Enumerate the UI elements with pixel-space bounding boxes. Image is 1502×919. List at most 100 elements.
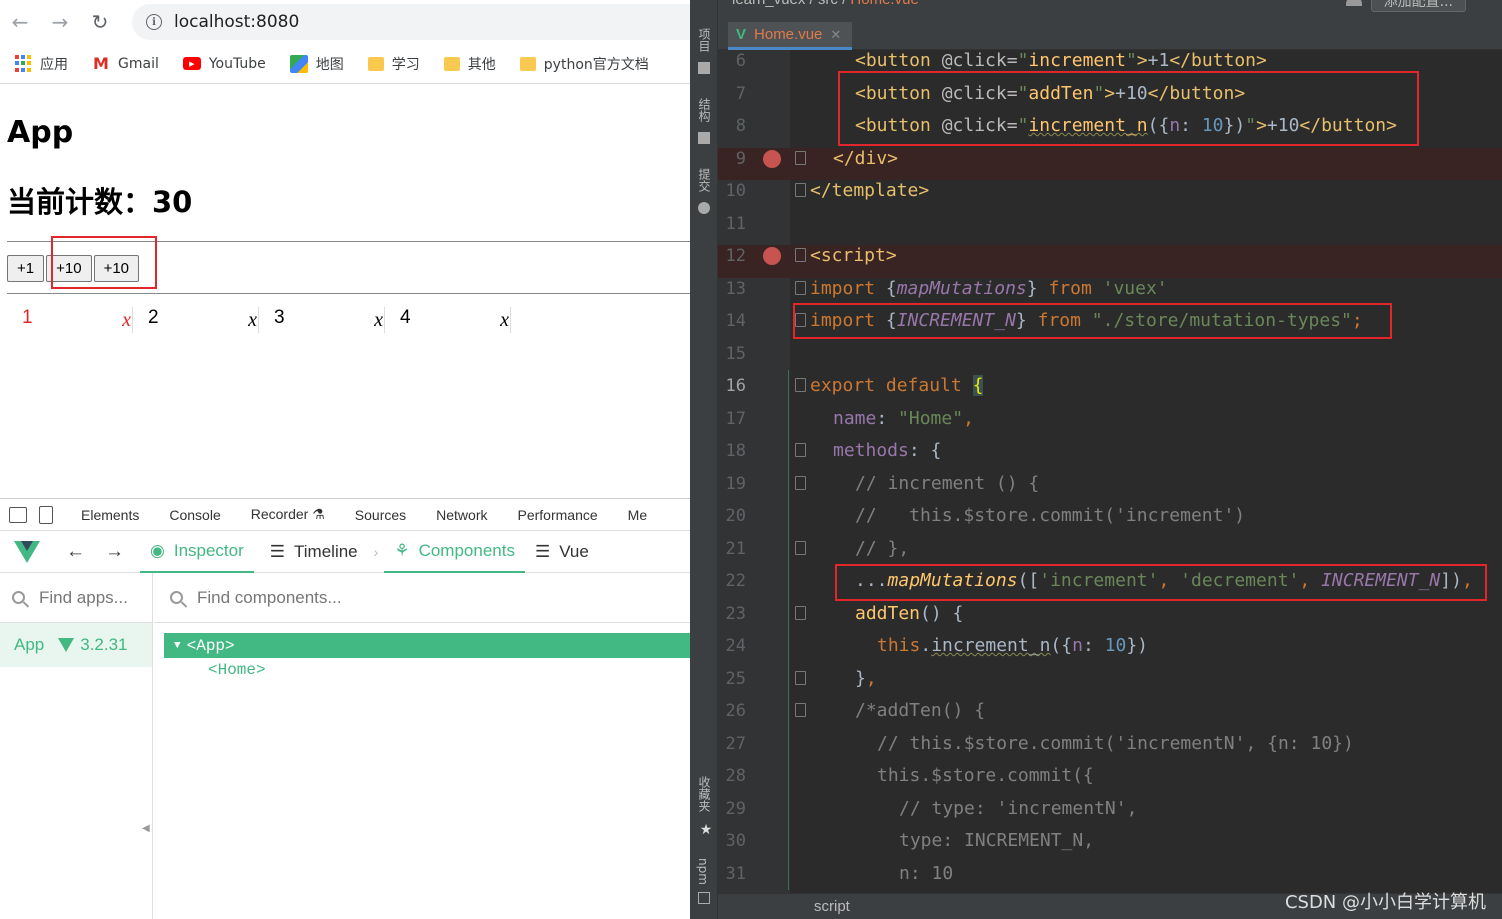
device-toggle-icon[interactable]	[39, 505, 53, 524]
bookmark-apps[interactable]: 应用	[14, 54, 68, 74]
folder-icon	[367, 56, 384, 71]
tab-performance[interactable]: Performance	[518, 507, 598, 523]
watermark: CSDN @小小白学计算机	[1284, 892, 1486, 913]
fold-icon[interactable]	[795, 703, 806, 717]
bookmark-other[interactable]: 其他	[443, 54, 496, 74]
line-number: 16	[725, 376, 746, 396]
fold-icon[interactable]	[795, 248, 806, 262]
reload-button[interactable]: ↻	[80, 0, 120, 44]
line-number: 19	[725, 473, 746, 494]
tab-network[interactable]: Network	[436, 507, 487, 523]
forward-arrow-icon[interactable]: →	[105, 541, 124, 563]
line-number: 7	[735, 83, 746, 104]
side-tab-npm[interactable]: npm	[696, 858, 710, 885]
highlight-box	[835, 564, 1487, 601]
remove-mark[interactable]: x	[122, 309, 131, 332]
tab-elements[interactable]: Elements	[81, 507, 139, 523]
bookmark-label: 地图	[315, 56, 344, 73]
tab-components[interactable]: ⚘ Components	[384, 531, 525, 573]
tab-label: Timeline	[294, 541, 358, 561]
browser-window: ← → ↻ i localhost:8080 应用 M Gmail ▶ YouT…	[0, 0, 690, 919]
bookmark-python-docs[interactable]: python官方文档	[519, 54, 649, 74]
app-name: App	[14, 635, 45, 654]
url-text: localhost:8080	[174, 12, 300, 32]
list-item: 2 x	[133, 307, 259, 333]
breadcrumb-item[interactable]: learn_vuex	[732, 0, 805, 8]
fold-icon[interactable]	[795, 150, 806, 165]
tab-timeline[interactable]: ☰ Timeline	[260, 531, 368, 573]
fold-icon[interactable]	[795, 378, 806, 392]
remove-mark[interactable]: x	[500, 309, 509, 332]
app-list-item[interactable]: App 3.2.31	[0, 623, 152, 667]
code-line: 10 </template>	[718, 180, 1502, 213]
tab-console[interactable]: Console	[169, 507, 220, 523]
bookmark-label: 其他	[467, 56, 496, 73]
tab-memory[interactable]: Me	[628, 507, 647, 523]
back-button[interactable]: ←	[0, 0, 40, 44]
bookmark-gmail[interactable]: M Gmail	[92, 54, 159, 73]
vue-devtools-toolbar: ← → ◉ Inspector ☰ Timeline › ⚘ Component…	[0, 531, 690, 573]
fold-icon[interactable]	[795, 605, 806, 620]
user-icon[interactable]	[1346, 0, 1362, 6]
close-icon[interactable]: ✕	[830, 27, 841, 43]
tab-recorder[interactable]: Recorder ⚗	[251, 506, 325, 523]
tab-inspector[interactable]: ◉ Inspector	[140, 531, 254, 573]
increment-button[interactable]: +1	[7, 255, 45, 282]
code-editor[interactable]: 6 <button @click="increment">+1</button> …	[718, 50, 1502, 893]
caret-down-icon[interactable]: ▼	[174, 640, 181, 652]
find-components-input[interactable]: Find components...	[154, 573, 690, 623]
code-line-breakpoint: 9 </div>	[718, 147, 1502, 180]
side-tab-favorites[interactable]: 收藏夹	[696, 776, 713, 812]
remove-mark[interactable]: x	[374, 309, 383, 332]
status-text: script	[814, 898, 850, 915]
breakpoint-icon[interactable]	[763, 149, 781, 168]
fold-icon[interactable]	[795, 443, 806, 457]
url-input[interactable]: i localhost:8080	[132, 4, 690, 40]
bookmark-label: YouTube	[208, 55, 266, 72]
line-number: 28	[725, 766, 746, 786]
line-number: 27	[725, 733, 746, 754]
code-line: 29// type: 'incrementN',	[718, 798, 1502, 831]
bookmark-label: python官方文档	[543, 56, 649, 73]
side-tab-project[interactable]: 项目	[696, 28, 713, 52]
add-configuration-button[interactable]: 添加配置...	[1370, 0, 1466, 12]
find-apps-input[interactable]: Find apps...	[0, 573, 152, 623]
gmail-icon: M	[93, 54, 109, 73]
divider	[510, 307, 511, 333]
apps-pane: Find apps... App 3.2.31	[0, 573, 153, 919]
tab-home-vue[interactable]: V Home.vue ✕	[728, 22, 852, 50]
vue-version: 3.2.31	[58, 635, 128, 655]
tree-node-home[interactable]: <Home>	[208, 661, 266, 679]
fold-icon[interactable]	[795, 540, 806, 555]
fold-icon[interactable]	[795, 475, 806, 490]
forward-button[interactable]: →	[40, 0, 80, 44]
line-number: 21	[725, 538, 746, 559]
chevron-right-icon: ›	[373, 543, 379, 560]
fold-icon[interactable]	[795, 280, 806, 295]
tab-vuex[interactable]: ☰ Vue	[525, 531, 599, 573]
inspect-element-icon[interactable]	[9, 506, 27, 523]
side-tab-structure[interactable]: 结构	[696, 98, 713, 122]
npm-icon	[698, 892, 710, 904]
breakpoint-icon[interactable]	[763, 247, 781, 265]
collapse-pane-icon[interactable]: ◀	[142, 823, 150, 834]
ide-window: 项目 结构 提交 收藏夹 ★ npm learn_vuex / src / Ho…	[690, 0, 1502, 919]
back-arrow-icon[interactable]: ←	[66, 541, 85, 563]
breadcrumb-item[interactable]: src	[818, 0, 838, 8]
fold-icon[interactable]	[795, 670, 806, 685]
remove-mark[interactable]: x	[248, 309, 257, 332]
breadcrumb-item[interactable]: Home.vue	[850, 0, 918, 8]
bookmark-youtube[interactable]: ▶ YouTube	[182, 55, 266, 72]
bookmark-study[interactable]: 学习	[367, 54, 420, 74]
tab-sources[interactable]: Sources	[355, 507, 406, 523]
item-number: 4	[400, 307, 411, 328]
fold-icon[interactable]	[795, 183, 806, 197]
line-number: 14	[725, 311, 746, 331]
tree-node-app[interactable]: ▼ <App>	[164, 633, 690, 658]
side-tab-commit[interactable]: 提交	[696, 168, 713, 192]
line-number: 6	[735, 51, 746, 71]
info-icon[interactable]: i	[146, 14, 162, 30]
code-line: 20// this.$store.commit('increment')	[718, 505, 1502, 538]
components-icon: ⚘	[394, 540, 410, 560]
bookmark-maps[interactable]: 地图	[289, 54, 344, 74]
